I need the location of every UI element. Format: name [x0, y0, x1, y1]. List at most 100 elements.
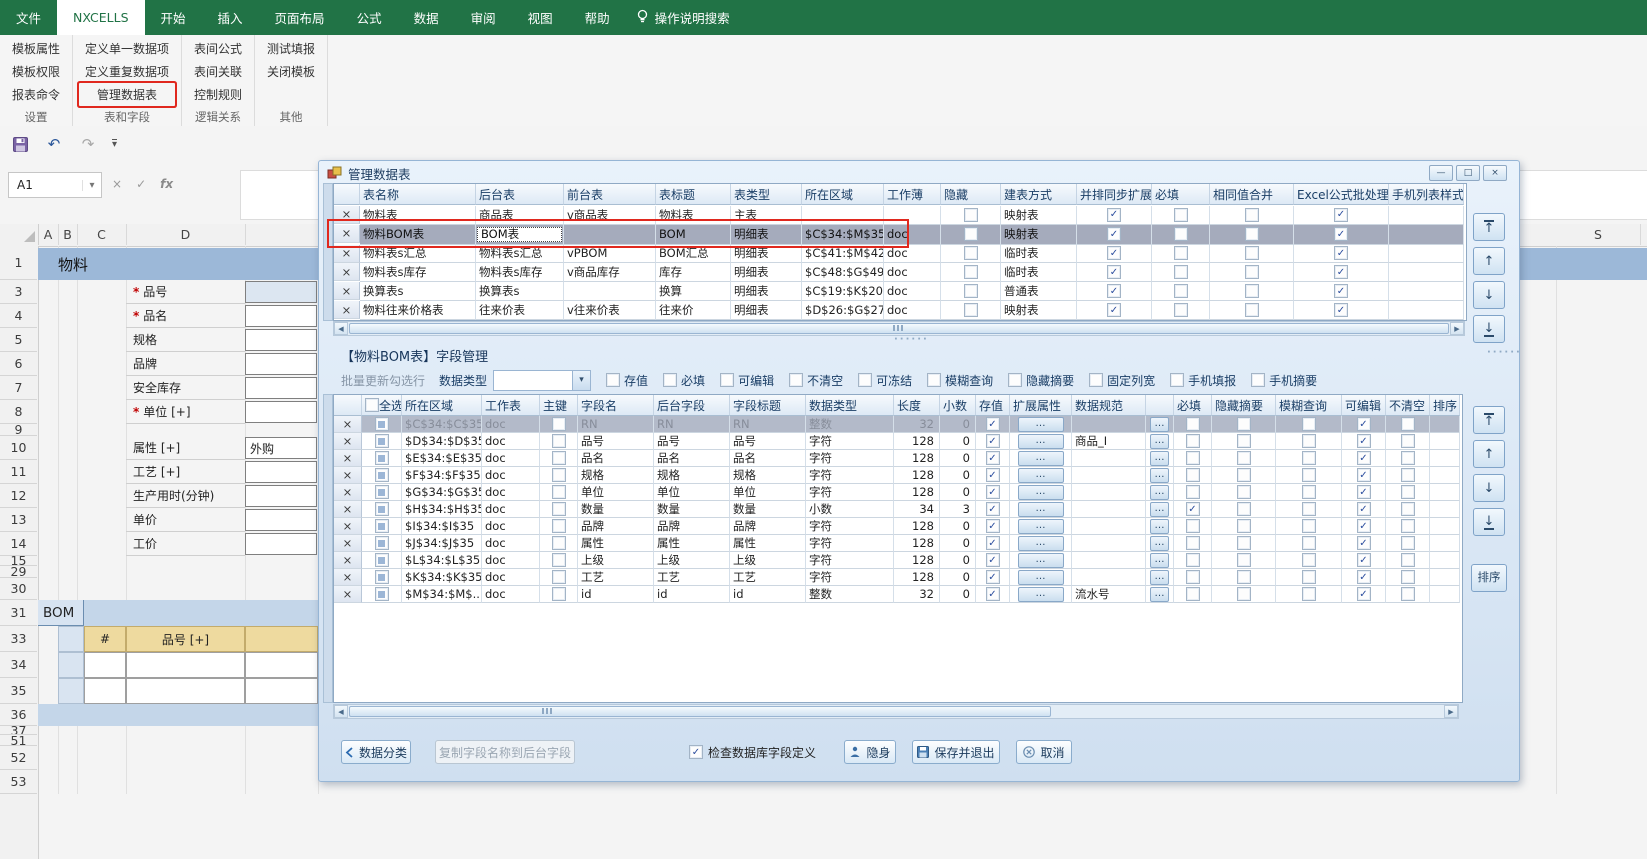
ribbon-item-管理数据表[interactable]: 管理数据表 [79, 83, 175, 106]
row-select-checkbox[interactable] [375, 570, 389, 584]
cell-front-table[interactable]: v往来价表 [564, 301, 656, 320]
scroll-grip[interactable] [893, 325, 905, 331]
scroll-right-icon[interactable]: ▶ [1450, 322, 1464, 335]
maximize-icon[interactable]: □ [1456, 165, 1480, 181]
checkbox[interactable] [1334, 284, 1348, 298]
cell-back-table[interactable]: BOM表 [476, 225, 564, 245]
cell-no-clear[interactable] [1386, 586, 1430, 603]
delete-row-button[interactable]: × [334, 501, 362, 518]
close-icon[interactable]: × [1483, 165, 1507, 181]
row-select-cell[interactable] [362, 552, 402, 569]
cell-worksheet[interactable]: doc [482, 552, 540, 569]
chevron-down-icon[interactable]: ▾ [82, 180, 101, 191]
cell-sort[interactable] [1430, 501, 1460, 518]
row-select-checkbox[interactable] [375, 417, 389, 431]
select-all-checkbox[interactable] [365, 398, 379, 412]
checkbox[interactable] [720, 373, 734, 387]
ellipsis-button[interactable]: … [1150, 587, 1169, 602]
cell-sort[interactable] [1430, 416, 1460, 433]
ribbon-item-定义重复数据项[interactable]: 定义重复数据项 [79, 60, 175, 83]
cell-no-clear[interactable] [1386, 467, 1430, 484]
grid-column-header[interactable]: 可编辑 [1342, 395, 1386, 416]
row-select-cell[interactable] [362, 433, 402, 450]
cell-create-method[interactable]: 临时表 [1001, 263, 1077, 282]
ellipsis-button[interactable]: … [1018, 502, 1064, 517]
grid-column-header[interactable]: 表名称 [360, 184, 476, 205]
cell-back-table[interactable]: 物料表s库存 [476, 263, 564, 282]
cell-worksheet[interactable]: doc [482, 450, 540, 467]
grid-column-header[interactable]: 所在区域 [802, 184, 884, 205]
ribbon-item-模板权限[interactable]: 模板权限 [6, 60, 66, 83]
cell-hidden[interactable] [941, 263, 1001, 282]
checkbox[interactable] [1401, 587, 1415, 601]
checkbox[interactable] [1107, 265, 1121, 279]
cell-no-clear[interactable] [1386, 433, 1430, 450]
panel-resize-grip[interactable]: ······ [1487, 347, 1527, 355]
cell-table-name[interactable]: 物料往来价格表 [360, 301, 476, 320]
form-value-cell[interactable] [245, 281, 317, 303]
cell-merge-same[interactable] [1210, 206, 1294, 225]
cell-table-name[interactable]: 换算表s [360, 282, 476, 301]
cell-table-type[interactable]: 明细表 [731, 263, 802, 282]
row-select-checkbox[interactable] [375, 519, 389, 533]
select-all-corner[interactable] [0, 224, 39, 245]
cell-hide-summary[interactable] [1212, 416, 1276, 433]
checkbox[interactable] [1357, 434, 1371, 448]
cancel-button[interactable]: 取消 [1016, 740, 1072, 764]
cell-mobile-style[interactable] [1389, 263, 1464, 282]
cell-extended-props[interactable]: … [1010, 484, 1072, 501]
cell-editable[interactable] [1342, 450, 1386, 467]
cell-back-field[interactable]: 品牌 [654, 518, 730, 535]
form-value-cell[interactable] [245, 401, 317, 423]
cell-data-spec-picker[interactable]: … [1146, 416, 1174, 433]
checkbox[interactable] [858, 373, 872, 387]
cell-required[interactable] [1174, 586, 1212, 603]
move-field-up-button[interactable]: ↑ [1473, 440, 1505, 468]
checkbox[interactable] [986, 485, 1000, 499]
cell-field-name[interactable]: 单位 [578, 484, 654, 501]
checkbox[interactable] [964, 246, 978, 260]
bom-table-cell[interactable] [126, 678, 245, 704]
cell-fuzzy-search[interactable] [1276, 467, 1342, 484]
checkbox[interactable] [1237, 434, 1251, 448]
checkbox[interactable] [1186, 536, 1200, 550]
grid-column-header[interactable]: 排序 [1430, 395, 1460, 416]
column-header-C[interactable]: C [77, 224, 127, 245]
ellipsis-button[interactable]: … [1150, 553, 1169, 568]
cell-primary-key[interactable] [540, 416, 578, 433]
cell-back-table[interactable]: 往来价表 [476, 301, 564, 320]
cell-required[interactable] [1152, 245, 1210, 264]
cell-front-table[interactable] [564, 225, 656, 245]
form-label-cell[interactable]: 工艺 [+] [126, 460, 245, 484]
cell-fuzzy-search[interactable] [1276, 433, 1342, 450]
cell-store-value[interactable] [976, 569, 1010, 586]
grid-column-header[interactable]: 前台表 [564, 184, 656, 205]
checkbox[interactable] [1357, 468, 1371, 482]
cell-length[interactable]: 32 [894, 416, 940, 433]
delete-row-button[interactable]: × [334, 225, 360, 243]
tab-审阅[interactable]: 审阅 [455, 0, 512, 35]
cell-range[interactable]: $D$26:$G$27 [802, 301, 884, 320]
cell-length[interactable]: 34 [894, 501, 940, 518]
checkbox[interactable] [1237, 451, 1251, 465]
grid-column-header[interactable]: 不清空 [1386, 395, 1430, 416]
cell-data-spec[interactable] [1072, 501, 1146, 518]
cell-table-title[interactable]: 换算 [656, 282, 731, 301]
cell-field-name[interactable]: 品名 [578, 450, 654, 467]
grid-column-header[interactable]: 表类型 [731, 184, 802, 205]
cell-back-field[interactable]: 单位 [654, 484, 730, 501]
checkbox[interactable] [1237, 553, 1251, 567]
cell-required[interactable] [1174, 569, 1212, 586]
checkbox[interactable] [1107, 227, 1121, 241]
checkbox[interactable] [1334, 265, 1348, 279]
cell-extended-props[interactable]: … [1010, 586, 1072, 603]
cell-create-method[interactable]: 映射表 [1001, 206, 1077, 225]
cell-field-name[interactable]: 规格 [578, 467, 654, 484]
checkbox[interactable] [1357, 485, 1371, 499]
cell-required[interactable] [1152, 225, 1210, 245]
checkbox[interactable] [1401, 451, 1415, 465]
checkbox[interactable] [1302, 485, 1316, 499]
cell-field-name[interactable]: 上级 [578, 552, 654, 569]
checkbox[interactable] [1302, 570, 1316, 584]
cell-data-spec[interactable] [1072, 416, 1146, 433]
